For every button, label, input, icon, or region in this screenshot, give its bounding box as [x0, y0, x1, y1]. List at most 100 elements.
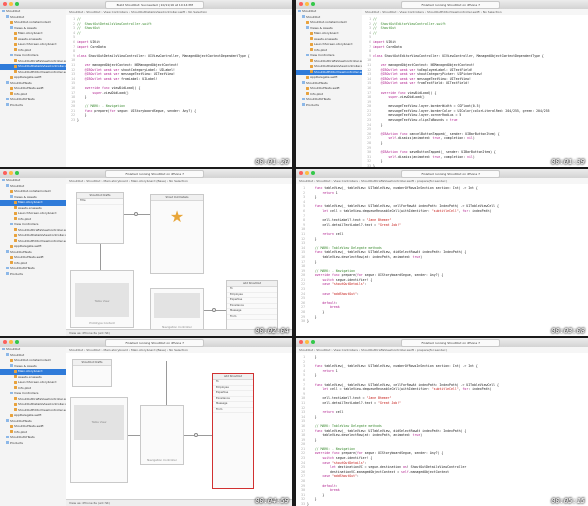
navigator-item-label: View Controllers	[14, 391, 39, 395]
code-text: }	[373, 122, 383, 127]
navigator-item-label: ShoutOutUITests	[10, 435, 35, 439]
minimize-window-icon[interactable]	[305, 2, 309, 6]
minimize-window-icon[interactable]	[9, 171, 13, 175]
zoom-window-icon[interactable]	[15, 171, 19, 175]
drafts-scene[interactable]: ShoutOut Drafts Title	[76, 192, 124, 244]
activity-status: Finished running ShoutOut on iPhone 7	[105, 170, 205, 178]
navigator-item-label: ShoutOutDetailsViewController.swift	[18, 64, 66, 68]
navigator-item-label: ShoutOut	[6, 9, 21, 13]
code-line[interactable]: 23}	[66, 118, 292, 123]
folder-icon	[2, 347, 5, 351]
navigator-item-label: ShoutOutDetailsViewController.swift	[314, 64, 362, 68]
source-editor[interactable]: 1//2// ShoutOutEditorViewController.swif…	[362, 15, 588, 167]
folder-icon	[10, 53, 13, 57]
source-editor[interactable]: 1 } 2 3 func tableView(_ tableView: UITabl…	[296, 353, 588, 506]
navigator-item-label: Views & Assets	[310, 25, 333, 30]
project-navigator[interactable]: ShoutOut ShoutOut ShoutOut.xcdatamodeld Vie…	[0, 178, 67, 336]
folder-icon	[302, 103, 305, 106]
zoom-window-icon[interactable]	[15, 2, 19, 6]
code-text: }	[307, 195, 317, 200]
code-line[interactable]: 33}	[296, 502, 588, 506]
navigator-item-label: ShoutOut	[6, 178, 21, 182]
activity-status: Finished running ShoutOut on iPhone 7	[401, 339, 501, 347]
project-navigator[interactable]: ShoutOut ShoutOut ShoutOut.xcdatamodeld Vie…	[0, 9, 67, 167]
project-navigator[interactable]: ShoutOut ShoutOut ShoutOut.xcdatamodeld Vie…	[296, 9, 363, 167]
navigator-item-label: ShoutOutDraftsViewController.swift	[18, 227, 66, 232]
navigator-item-label: ShoutOutUITests	[10, 97, 35, 101]
code-text: self.dismiss(animated: true, completion:…	[388, 154, 475, 159]
file-icon	[14, 402, 17, 406]
drafts-scene[interactable]: ShoutOut Drafts	[72, 359, 112, 387]
navigator-item-label: ShoutOut.xcdatamodeld	[14, 20, 51, 24]
source-editor[interactable]: 1 func tableView(_ tableView: UITableVie…	[296, 184, 588, 336]
navigator-item-label: Assets.xcassets	[18, 205, 42, 210]
form-row[interactable]: From	[213, 408, 253, 413]
file-icon	[14, 386, 17, 389]
navigator-item-label: ShoutOutTests.swift	[14, 255, 44, 259]
minimize-window-icon[interactable]	[9, 340, 13, 344]
activity-status: Finished running ShoutOut on iPhone 7	[401, 1, 501, 9]
code-text: }	[307, 319, 309, 324]
file-icon	[10, 20, 13, 24]
close-window-icon[interactable]	[299, 340, 303, 344]
navigation-controller-scene[interactable]: Navigation Controller	[150, 288, 204, 332]
file-icon	[14, 369, 17, 373]
minimize-window-icon[interactable]	[305, 340, 309, 344]
storyboard-canvas[interactable]: ShoutOut Drafts Table View Navigation Co…	[66, 353, 292, 506]
source-editor[interactable]: 1//2// ShoutOutDetailsViewController.swi…	[66, 15, 292, 167]
close-window-icon[interactable]	[3, 2, 7, 6]
navigator-item-label: LaunchScreen.storyboard	[18, 380, 57, 384]
navigator-item-label: ShoutOutEditorViewController.swift	[18, 407, 66, 412]
segue-icon[interactable]	[134, 212, 138, 216]
navigator-item-label: AppDelegate.swift	[310, 75, 338, 79]
table-view-scene[interactable]: Table View	[70, 397, 128, 483]
minimize-window-icon[interactable]	[9, 2, 13, 6]
folder-icon	[6, 15, 9, 18]
navigator-item-label: Info.plist	[310, 91, 323, 96]
xcode-window-5: Finished running ShoutOut on iPhone 7 Sh…	[0, 338, 292, 506]
zoom-window-icon[interactable]	[15, 340, 19, 344]
zoom-window-icon[interactable]	[311, 340, 315, 344]
close-window-icon[interactable]	[3, 171, 7, 175]
storyboard-canvas[interactable]: ShoutOut Drafts Title Table View Prototy…	[66, 184, 292, 336]
file-icon	[10, 255, 13, 259]
cell-title: Title	[80, 199, 86, 202]
code-line[interactable]: 30}	[296, 319, 588, 324]
segue-icon[interactable]	[194, 433, 198, 437]
folder-icon	[10, 222, 13, 226]
file-icon	[310, 59, 313, 62]
navigator-item[interactable]: Products	[0, 441, 66, 447]
table-view-scene[interactable]: Table View Prototype Content	[70, 270, 134, 328]
navigator-item-label: ShoutOut	[10, 14, 25, 19]
folder-icon	[6, 97, 9, 101]
segue-icon[interactable]	[212, 308, 216, 312]
close-window-icon[interactable]	[299, 171, 303, 175]
form-row[interactable]: From	[227, 315, 277, 320]
zoom-window-icon[interactable]	[311, 2, 315, 6]
navigation-controller-scene[interactable]: Navigation Controller	[140, 405, 184, 465]
navigator-item[interactable]: Products	[0, 272, 66, 278]
file-icon	[10, 430, 13, 433]
file-icon	[14, 228, 17, 231]
navigator-item-label: Info.plist	[14, 260, 27, 265]
file-icon	[10, 189, 13, 193]
file-icon	[10, 86, 13, 90]
navigator-item[interactable]: Products	[296, 103, 362, 109]
file-icon	[14, 397, 17, 400]
zoom-window-icon[interactable]	[311, 171, 315, 175]
folder-icon	[6, 266, 9, 270]
code-text: tableView.deselectRow(at: indexPath, ani…	[307, 254, 423, 259]
file-icon	[306, 86, 309, 90]
table-cell[interactable]: Title	[77, 199, 123, 205]
close-window-icon[interactable]	[299, 2, 303, 6]
code-text: import CoreData	[77, 44, 106, 49]
xcode-window-4: Finished running ShoutOut on iPhone 7 Sh…	[296, 169, 588, 336]
project-navigator[interactable]: ShoutOut ShoutOut ShoutOut.xcdatamodeld Vie…	[0, 347, 67, 506]
navigator-item[interactable]: Products	[0, 103, 66, 109]
video-timecode: 00:01:20	[255, 158, 289, 166]
details-scene[interactable]: Shout Out Details ★	[150, 194, 204, 274]
folder-icon	[6, 353, 9, 356]
minimize-window-icon[interactable]	[305, 171, 309, 175]
close-window-icon[interactable]	[3, 340, 7, 344]
editor-scene-selected[interactable]: Add ShoutOut To Employee Expertise Excellen…	[212, 373, 254, 489]
